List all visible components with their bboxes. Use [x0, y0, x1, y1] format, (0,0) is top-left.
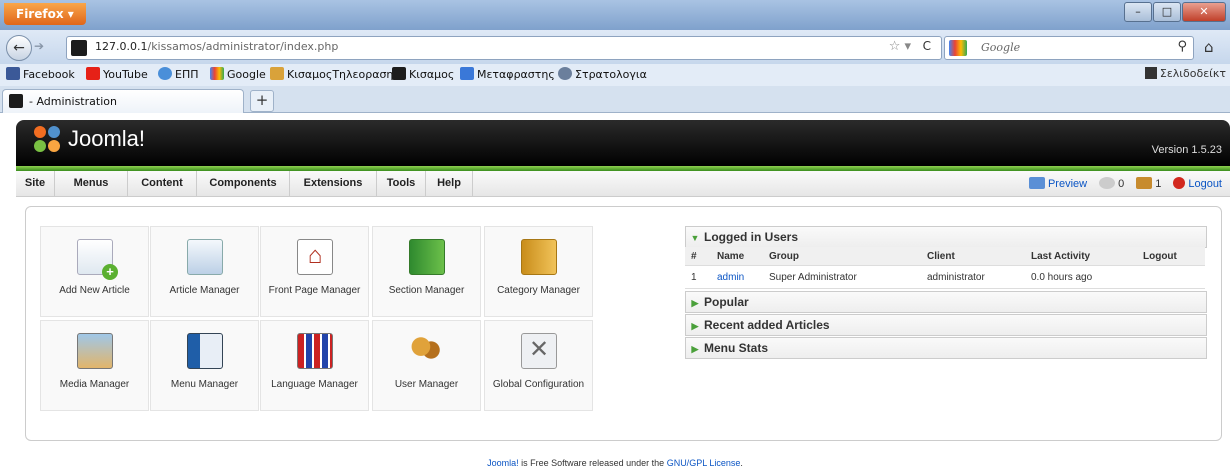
menu-components[interactable]: Components	[197, 171, 290, 196]
logout-user-cell[interactable]	[1137, 265, 1205, 289]
collapsed-arrow-icon: ▶	[691, 321, 699, 331]
back-button[interactable]: ←	[6, 35, 32, 61]
article-manager-icon	[187, 239, 223, 275]
close-window-button[interactable]: ✕	[1182, 2, 1226, 22]
joomla-link[interactable]: Joomla!	[487, 458, 519, 468]
collapsed-arrow-icon: ▶	[691, 298, 699, 308]
media-manager-button[interactable]: Media Manager	[40, 320, 149, 411]
bookmark-translator[interactable]: Μεταφραστης	[460, 67, 555, 81]
navigation-toolbar: ← ➔ 127.0.0.1/kissamos/administrator/ind…	[0, 30, 1230, 64]
user-manager-button[interactable]: User Manager	[372, 320, 481, 411]
preview-icon	[1028, 177, 1045, 189]
tab-strip: - Administration +	[0, 86, 1230, 113]
tab-administration[interactable]: - Administration	[2, 89, 244, 113]
bookmark-stratologia[interactable]: Στρατολογια	[558, 67, 647, 81]
category-manager-button[interactable]: Category Manager	[484, 226, 593, 317]
category-icon	[521, 239, 557, 275]
table-row: 1 admin Super Administrator administrato…	[685, 265, 1205, 289]
tab-title: - Administration	[29, 95, 117, 108]
users-group-icon	[409, 333, 443, 367]
logout-link[interactable]: Logout	[1173, 177, 1222, 190]
menu-help[interactable]: Help	[426, 171, 473, 196]
flags-icon	[297, 333, 333, 369]
expanded-arrow-icon: ▼	[690, 233, 700, 243]
facebook-icon	[6, 67, 20, 80]
global-configuration-button[interactable]: ✕ Global Configuration	[484, 320, 593, 411]
logout-icon	[1173, 177, 1186, 189]
forward-button[interactable]: ➔	[34, 39, 44, 53]
search-bar[interactable]: Google ⚲	[944, 36, 1194, 60]
user-admin-link[interactable]: admin	[717, 272, 744, 283]
menu-menus[interactable]: Menus	[55, 171, 128, 196]
shield-icon	[558, 67, 572, 80]
front-page-manager-button[interactable]: ⌂ Front Page Manager	[260, 226, 369, 317]
new-tab-button[interactable]: +	[250, 90, 274, 112]
menu-extensions[interactable]: Extensions	[290, 171, 377, 196]
home-icon[interactable]: ⌂	[1204, 38, 1214, 56]
bookmark-youtube[interactable]: YouTube	[86, 67, 148, 81]
license-link[interactable]: GNU/GPL License	[667, 458, 741, 468]
menu-tools[interactable]: Tools	[377, 171, 426, 196]
epp-icon	[158, 67, 172, 80]
preview-link[interactable]: Preview	[1028, 177, 1087, 190]
bookmarks-menu[interactable]: Σελιδοδείκτ	[1144, 67, 1226, 80]
window-titlebar: Firefox ▾ – □ ✕	[0, 0, 1230, 30]
footer: Joomla! is Free Software released under …	[487, 458, 743, 468]
recent-articles-header[interactable]: ▶ Recent added Articles	[685, 314, 1207, 336]
bookmarks-toolbar: Facebook YouTube ΕΠΠ Google ΚισαμοςΤηλεο…	[0, 64, 1230, 87]
version-label: Version 1.5.23	[1151, 144, 1222, 156]
joomla-logo-icon	[34, 126, 62, 154]
popular-header[interactable]: ▶ Popular	[685, 291, 1207, 313]
section-icon	[409, 239, 445, 275]
menu-site[interactable]: Site	[16, 171, 55, 196]
media-icon	[77, 333, 113, 369]
google-icon	[210, 67, 224, 80]
youtube-icon	[86, 67, 100, 80]
joomla-icon	[392, 67, 406, 80]
search-input[interactable]: Google	[981, 41, 1020, 54]
add-icon: +	[102, 264, 118, 280]
bookmark-facebook[interactable]: Facebook	[6, 67, 75, 81]
messages-icon	[1099, 177, 1116, 189]
site-favicon	[71, 40, 87, 56]
firefox-menu-button[interactable]: Firefox ▾	[4, 3, 86, 25]
online-users[interactable]: 1	[1136, 177, 1161, 190]
menu-stats-header[interactable]: ▶ Menu Stats	[685, 337, 1207, 359]
bookmark-kisamostv[interactable]: ΚισαμοςΤηλεοραση	[270, 67, 393, 81]
article-manager-button[interactable]: Article Manager	[150, 226, 259, 317]
collapsed-arrow-icon: ▶	[691, 344, 699, 354]
admin-menubar: Site Menus Content Components Extensions…	[16, 171, 1230, 197]
add-new-article-button[interactable]: + Add New Article	[40, 226, 149, 317]
bookmark-kisamos[interactable]: Κισαμος	[392, 67, 454, 81]
bookmark-epp[interactable]: ΕΠΠ	[158, 67, 199, 81]
joomla-favicon	[9, 94, 23, 108]
logged-in-users-header[interactable]: ▼ Logged in Users	[685, 226, 1207, 248]
bookmarks-icon	[1144, 67, 1157, 79]
logged-in-users-table: # Name Group Client Last Activity Logout…	[685, 247, 1205, 289]
url-text[interactable]: 127.0.0.1/kissamos/administrator/index.p…	[95, 40, 338, 53]
url-bar[interactable]: 127.0.0.1/kissamos/administrator/index.p…	[66, 36, 942, 60]
home-page-icon: ⌂	[297, 239, 333, 275]
google-engine-icon[interactable]	[949, 40, 967, 56]
translate-icon	[460, 67, 474, 80]
reload-icon[interactable]: C	[923, 39, 931, 53]
language-manager-button[interactable]: Language Manager	[260, 320, 369, 411]
joomla-logo-text: Joomla!	[68, 126, 146, 151]
tools-icon: ✕	[521, 333, 557, 369]
maximize-button[interactable]: □	[1153, 2, 1181, 22]
minimize-button[interactable]: –	[1124, 2, 1152, 22]
section-manager-button[interactable]: Section Manager	[372, 226, 481, 317]
joomla-header: Joomla! Version 1.5.23	[16, 120, 1230, 166]
bookmark-star-icon[interactable]: ☆ ▾	[889, 39, 911, 54]
menu-manager-icon	[187, 333, 223, 369]
search-icon[interactable]: ⚲	[1177, 39, 1187, 54]
tv-icon	[270, 67, 284, 80]
bookmark-google[interactable]: Google	[210, 67, 266, 81]
messages-link[interactable]: 0	[1099, 177, 1124, 190]
menu-content[interactable]: Content	[128, 171, 197, 196]
menu-manager-button[interactable]: Menu Manager	[150, 320, 259, 411]
users-icon	[1136, 177, 1153, 189]
